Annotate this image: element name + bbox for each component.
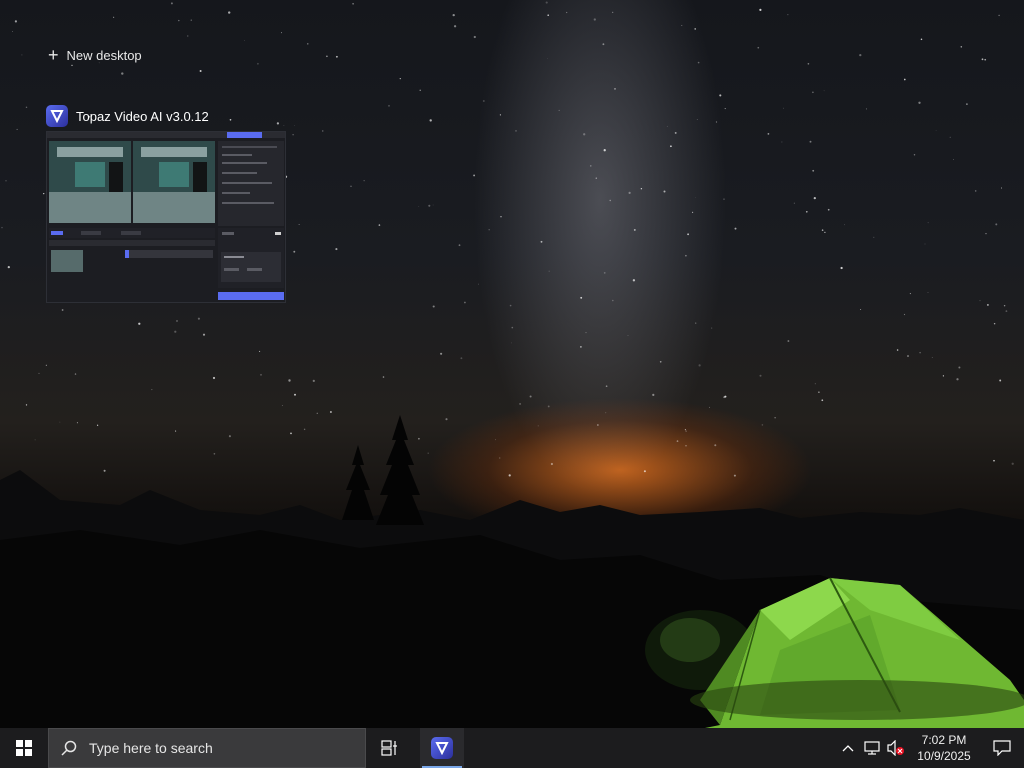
window-thumbnail-card[interactable]: Topaz Video AI v3.0.12 xyxy=(46,103,286,303)
taskbar-app-topaz[interactable] xyxy=(420,728,464,768)
topaz-logo-icon xyxy=(46,105,68,127)
volume-muted-icon xyxy=(887,740,904,756)
task-view-icon xyxy=(381,740,397,756)
volume-button[interactable] xyxy=(884,728,908,768)
search-input[interactable]: Type here to search xyxy=(48,728,366,768)
notification-icon xyxy=(993,740,1011,756)
start-button[interactable] xyxy=(0,728,48,768)
taskbar-clock[interactable]: 7:02 PM 10/9/2025 xyxy=(908,732,980,764)
network-button[interactable] xyxy=(860,728,884,768)
clock-date: 10/9/2025 xyxy=(917,749,971,763)
topaz-logo-icon xyxy=(431,737,453,759)
search-icon xyxy=(61,740,77,756)
search-placeholder: Type here to search xyxy=(89,740,213,756)
new-desktop-label: New desktop xyxy=(66,47,142,63)
app-preview-graphic xyxy=(47,132,285,300)
windows-start-icon xyxy=(16,740,32,756)
system-tray: 7:02 PM 10/9/2025 xyxy=(836,728,1024,768)
window-preview[interactable] xyxy=(46,131,286,303)
window-title: Topaz Video AI v3.0.12 xyxy=(76,108,209,124)
taskbar: Type here to search 7:02 PM 10/9/2025 xyxy=(0,728,1024,768)
chevron-up-icon xyxy=(842,745,854,752)
window-thumbnail-header[interactable]: Topaz Video AI v3.0.12 xyxy=(46,103,286,129)
show-hidden-icons-button[interactable] xyxy=(836,728,860,768)
new-desktop-button[interactable]: + New desktop xyxy=(44,44,146,66)
task-view-button[interactable] xyxy=(366,728,414,768)
clock-time: 7:02 PM xyxy=(921,733,967,747)
plus-icon: + xyxy=(48,45,59,65)
network-icon xyxy=(864,741,880,755)
action-center-button[interactable] xyxy=(980,728,1024,768)
